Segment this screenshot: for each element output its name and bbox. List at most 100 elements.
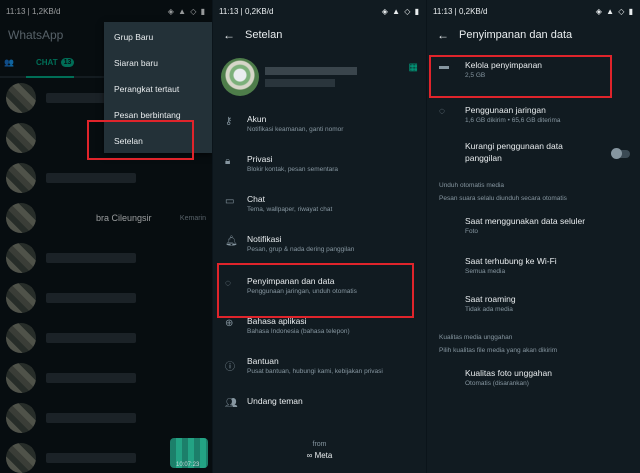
photo-quality-item[interactable]: Kualitas foto unggahan Otomatis (disarank… — [427, 354, 640, 387]
mobile-data-item[interactable]: Saat menggunakan data seluler Foto — [427, 202, 640, 242]
avatar — [6, 443, 36, 473]
wifi-sub: Semua media — [465, 268, 506, 275]
status-icons: ◈ ▲ ◇ ▮ — [381, 6, 420, 16]
chat-row[interactable] — [0, 158, 212, 198]
auto-download-note: Pesan suara selalu diunduh secara otomat… — [439, 195, 567, 202]
footer-from: from — [312, 441, 327, 448]
page-title: Setelan — [245, 29, 283, 41]
chat-name-blurred — [46, 333, 136, 343]
settings-item-invite[interactable]: 👥︎ Undang teman — [213, 388, 426, 428]
profile-name-blurred — [265, 67, 357, 87]
settings-item-subtitle: Bahasa Indonesia (bahasa telepon) — [247, 328, 350, 335]
settings-item-subtitle: Pusat bantuan, hubungi kami, kebijakan p… — [247, 368, 383, 375]
settings-item-help[interactable]: ⓘ Bantuan Pusat bantuan, hubungi kami, keb… — [213, 348, 426, 388]
key-icon: ⚷ — [225, 116, 233, 127]
chat-row[interactable] — [0, 278, 212, 318]
tab-indicator — [26, 76, 74, 78]
chat-row[interactable] — [0, 238, 212, 278]
storage-data-screen: 11:13 | 0,2KB/d ◈ ▲ ◇ ▮ ← Penyimpanan da… — [427, 0, 640, 473]
network-usage-title: Penggunaan jaringan — [465, 105, 546, 115]
chat-name-blurred — [46, 253, 136, 263]
avatar — [6, 163, 36, 193]
wifi-item[interactable]: Saat terhubung ke Wi-Fi Semua media — [427, 242, 640, 280]
auto-download-section: Unduh otomatis media — [439, 182, 505, 189]
chat-name-blurred — [46, 373, 136, 383]
settings-screen: 11:13 | 0,2KB/d ◈ ▲ ◇ ▮ ← Setelan ▦ ⚷ Aku… — [213, 0, 426, 473]
chat-row[interactable] — [0, 398, 212, 438]
status-bar: 11:13 | 0,2KB/d ◈ ▲ ◇ ▮ — [427, 0, 640, 22]
settings-header: ← Setelan — [213, 22, 426, 48]
wifi-title: Saat terhubung ke Wi-Fi — [465, 256, 557, 266]
settings-item-title: Undang teman — [247, 396, 303, 406]
highlight-storage-data — [217, 263, 414, 318]
avatar — [6, 323, 36, 353]
avatar — [6, 203, 36, 233]
tab-chat[interactable]: CHAT 13 — [36, 57, 75, 67]
meta-logo: ∞ Meta — [306, 451, 333, 460]
network-usage-sub: 1,6 GB dikirim • 65,6 GB diterima — [465, 117, 561, 124]
back-arrow-icon[interactable]: ← — [223, 28, 245, 42]
status-time: 11:13 | 0,2KB/d — [433, 6, 488, 16]
help-icon: ⓘ — [225, 362, 235, 373]
footer: from ∞ Meta — [213, 439, 426, 461]
settings-item-chat[interactable]: ▭ Chat Tema, wallpaper, riwayat chat — [213, 186, 426, 226]
roaming-item[interactable]: Saat roaming Tidak ada media — [427, 280, 640, 322]
status-time: 11:13 | 0,2KB/d — [219, 6, 274, 16]
tab-chat-label: CHAT — [36, 57, 58, 67]
reduce-call-data-toggle[interactable] — [611, 148, 630, 159]
reduce-call-title-1: Kurangi penggunaan data — [465, 141, 563, 151]
avatar — [6, 123, 36, 153]
data-usage-icon: ◌ — [439, 106, 445, 117]
reduce-call-title-2: panggilan — [465, 153, 502, 163]
avatar — [6, 363, 36, 393]
qr-code-icon[interactable]: ▦ — [409, 62, 418, 73]
mobile-data-title: Saat menggunakan data seluler — [465, 216, 586, 226]
settings-item-title: Bantuan — [247, 356, 279, 366]
upload-quality-section: Kualitas media unggahan — [439, 334, 513, 341]
settings-item-title: Notifikasi — [247, 234, 282, 244]
fab-time: 10:07:23 — [176, 462, 200, 468]
settings-item-title: Chat — [247, 194, 265, 204]
profile-row[interactable]: ▦ — [213, 48, 426, 106]
settings-item-notifications[interactable]: 🔔︎ Notifikasi Pesan, grup & nada dering pa… — [213, 226, 426, 266]
mobile-data-sub: Foto — [465, 228, 479, 235]
communities-icon[interactable]: 👥 — [4, 58, 22, 67]
settings-item-title: Akun — [247, 114, 267, 124]
highlight-manage-storage — [429, 55, 612, 98]
profile-avatar[interactable] — [221, 58, 259, 96]
chat-row[interactable]: bra Cileungsir Kemarin — [0, 198, 212, 238]
menu-item-linked-devices[interactable]: Perangkat tertaut — [104, 76, 212, 102]
avatar — [6, 243, 36, 273]
chat-icon: ▭ — [225, 196, 235, 207]
status-icons: ◈ ▲ ◇ ▮ — [595, 6, 634, 16]
menu-item-new-group[interactable]: Grup Baru — [104, 24, 212, 50]
network-usage-item[interactable]: ◌ Penggunaan jaringan 1,6 GB dikirim • 65… — [427, 98, 640, 134]
menu-item-new-broadcast[interactable]: Siaran baru — [104, 50, 212, 76]
chat-row[interactable] — [0, 358, 212, 398]
lock-icon: 🔒︎ — [225, 156, 231, 167]
chat-name-blurred — [46, 413, 136, 423]
photo-quality-sub: Otomatis (disarankan) — [465, 380, 529, 387]
back-arrow-icon[interactable]: ← — [437, 28, 459, 42]
chat-time: Kemarin — [179, 214, 206, 222]
settings-item-subtitle: Tema, wallpaper, riwayat chat — [247, 206, 333, 213]
highlight-settings — [87, 120, 194, 160]
chat-name: bra Cileungsir — [96, 213, 152, 223]
roaming-sub: Tidak ada media — [465, 306, 513, 313]
page-title: Penyimpanan dan data — [459, 29, 573, 41]
unread-badge: 13 — [60, 57, 75, 67]
chats-screen: 11:13 | 1,2KB/d ◈ ▲ ◇ ▮ WhatsApp 👥 CHAT … — [0, 0, 212, 473]
settings-item-account[interactable]: ⚷ Akun Notifikasi keamanan, ganti nomor — [213, 106, 426, 146]
status-bar: 11:13 | 1,2KB/d ◈ ▲ ◇ ▮ — [0, 0, 212, 22]
settings-item-subtitle: Blokir kontak, pesan sementara — [247, 166, 339, 173]
chat-row[interactable] — [0, 318, 212, 358]
status-icons: ◈ ▲ ◇ ▮ — [167, 6, 206, 16]
settings-item-privacy[interactable]: 🔒︎ Privasi Blokir kontak, pesan sementara — [213, 146, 426, 186]
people-icon: 👥︎ — [225, 398, 238, 409]
chat-name-blurred — [46, 453, 136, 463]
status-time: 11:13 | 1,2KB/d — [6, 6, 61, 16]
settings-item-title: Privasi — [247, 154, 273, 164]
storage-header: ← Penyimpanan dan data — [427, 22, 640, 48]
reduce-call-data-item[interactable]: Kurangi penggunaan data panggilan — [427, 134, 640, 178]
chat-name-blurred — [46, 173, 136, 183]
